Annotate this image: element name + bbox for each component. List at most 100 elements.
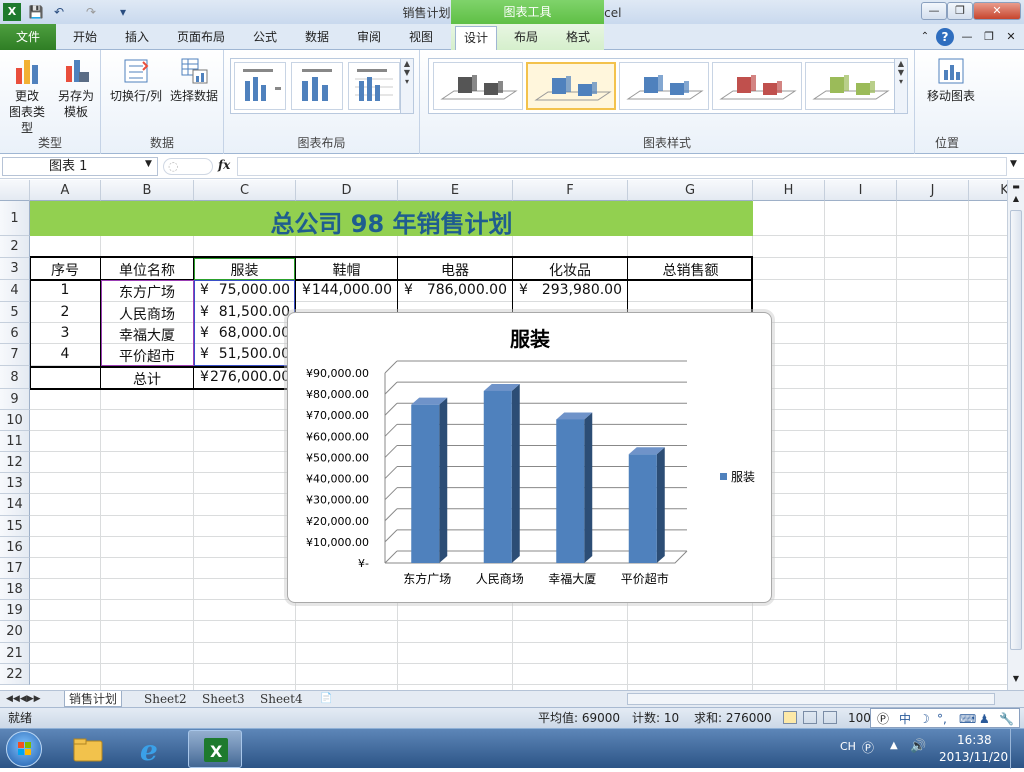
chart-style-3[interactable] xyxy=(619,62,709,110)
ime-punct-icon[interactable]: °, xyxy=(937,709,947,729)
header-seq[interactable]: 序号 xyxy=(30,260,100,280)
header-cosmetics[interactable]: 化妆品 xyxy=(513,260,627,280)
chart-style-5[interactable] xyxy=(805,62,895,110)
insert-sheet-icon[interactable]: 📄 xyxy=(316,691,336,707)
status-zoom[interactable]: 100 xyxy=(848,708,871,728)
cell-b8[interactable]: 总计 xyxy=(101,369,193,389)
row-header-14[interactable]: 14 xyxy=(0,494,30,516)
ie-taskbar-icon[interactable]: e xyxy=(130,733,170,767)
scroll-thumb[interactable] xyxy=(1010,210,1022,650)
tab-review[interactable]: 审阅 xyxy=(344,26,394,50)
row-header-9[interactable]: 9 xyxy=(0,389,30,410)
row-header-17[interactable]: 17 xyxy=(0,558,30,579)
maximize-button[interactable]: ❐ xyxy=(947,2,973,20)
row-header-7[interactable]: 7 xyxy=(0,344,30,366)
col-header-k[interactable]: K xyxy=(969,180,1007,201)
explorer-taskbar-icon[interactable] xyxy=(68,733,108,765)
cell-d4[interactable]: 144,000.00 xyxy=(310,282,392,298)
tab-view[interactable]: 视图 xyxy=(396,26,446,50)
volume-icon[interactable]: 🔊 xyxy=(910,739,926,754)
col-header-j[interactable]: J xyxy=(897,180,969,201)
row-header-13[interactable]: 13 xyxy=(0,473,30,494)
row-header-3[interactable]: 3 xyxy=(0,258,30,280)
show-desktop-button[interactable] xyxy=(1010,729,1024,769)
col-header-e[interactable]: E xyxy=(398,180,513,201)
ime-chinese-mode[interactable]: 中 xyxy=(899,709,911,729)
col-header-h[interactable]: H xyxy=(753,180,825,201)
row-header-8[interactable]: 8 xyxy=(0,366,30,389)
close-button[interactable]: ✕ xyxy=(973,2,1021,20)
change-chart-type-button[interactable]: 更改 图表类型 xyxy=(4,56,50,136)
tab-layout[interactable]: 布局 xyxy=(505,26,547,50)
chart-style-2[interactable] xyxy=(526,62,616,110)
insert-function-icon[interactable]: fx xyxy=(218,158,230,172)
header-shoes[interactable]: 鞋帽 xyxy=(296,260,397,280)
language-indicator[interactable]: CH xyxy=(840,740,856,753)
header-electrical[interactable]: 电器 xyxy=(398,260,512,280)
col-header-a[interactable]: A xyxy=(30,180,101,201)
sheet-title[interactable]: 总公司 98 年销售计划 xyxy=(30,204,753,239)
doc-minimize-icon[interactable]: — xyxy=(960,26,974,50)
collapse-ribbon-icon[interactable]: ⌃ xyxy=(918,26,932,50)
vertical-scrollbar[interactable]: ▬ ▲ ▼ xyxy=(1007,180,1024,690)
chart-style-4[interactable] xyxy=(712,62,802,110)
tab-data[interactable]: 数据 xyxy=(292,26,342,50)
split-box-icon[interactable]: ▬ xyxy=(1010,182,1022,192)
row-header-12[interactable]: 12 xyxy=(0,452,30,473)
sheet-tab-sales-plan[interactable]: 销售计划 xyxy=(64,691,123,707)
sheet-tab-sheet2[interactable]: Sheet2 xyxy=(140,691,191,707)
row-header-22[interactable]: 22 xyxy=(0,664,30,685)
styles-gallery-scroll[interactable]: ▲ ▼ ▾ xyxy=(894,59,907,113)
switch-row-column-button[interactable]: 切换行/列 xyxy=(107,56,165,104)
tray-expand-icon[interactable]: ▲ xyxy=(890,740,898,751)
row-header-2[interactable]: 2 xyxy=(0,236,30,258)
cell-a6[interactable]: 3 xyxy=(30,325,100,341)
formula-bar-handle[interactable]: ◌ xyxy=(163,158,213,175)
col-header-f[interactable]: F xyxy=(513,180,628,201)
ime-keyboard-icon[interactable]: ⌨ xyxy=(959,709,976,729)
row-header-6[interactable]: 6 xyxy=(0,323,30,344)
tab-design[interactable]: 设计 xyxy=(455,26,497,51)
layouts-gallery-scroll[interactable]: ▲ ▼ ▾ xyxy=(400,59,413,113)
tab-page-layout[interactable]: 页面布局 xyxy=(166,26,236,50)
minimize-button[interactable]: — xyxy=(921,2,947,20)
col-header-i[interactable]: I xyxy=(825,180,897,201)
clock-time[interactable]: 16:38 xyxy=(957,733,992,747)
clock-date[interactable]: 2013/11/20 xyxy=(939,750,1008,764)
col-header-d[interactable]: D xyxy=(296,180,398,201)
doc-close-icon[interactable]: ✕ xyxy=(1004,26,1018,50)
sheet-tab-sheet4[interactable]: Sheet4 xyxy=(256,691,307,707)
page-layout-view-icon[interactable] xyxy=(803,711,817,724)
tab-format[interactable]: 格式 xyxy=(557,26,599,50)
chart-object[interactable]: 服装 ¥- ¥10,000.00 ¥20,000.00 ¥30,000.00 ¥40,00… xyxy=(287,312,772,603)
layout-item-1[interactable] xyxy=(234,62,286,110)
row-header-16[interactable]: 16 xyxy=(0,537,30,558)
sheet-tab-sheet3[interactable]: Sheet3 xyxy=(198,691,249,707)
scroll-up-icon[interactable]: ▲ xyxy=(1010,194,1022,208)
row-header-18[interactable]: 18 xyxy=(0,579,30,600)
help-icon[interactable]: ? xyxy=(936,28,954,46)
move-chart-button[interactable]: 移动图表 xyxy=(919,56,983,104)
chart-style-1[interactable] xyxy=(433,62,523,110)
name-box-dropdown-icon[interactable]: ▼ xyxy=(145,159,152,169)
row-header-19[interactable]: 19 xyxy=(0,600,30,621)
header-total-sales[interactable]: 总销售额 xyxy=(628,260,753,280)
cell-e4[interactable]: 786,000.00 xyxy=(414,282,507,298)
expand-formula-bar-icon[interactable]: ▼ xyxy=(1010,159,1017,169)
row-header-10[interactable]: 10 xyxy=(0,410,30,431)
cell-f4[interactable]: 293,980.00 xyxy=(529,282,622,298)
name-box[interactable]: 图表 1 xyxy=(2,157,158,176)
select-all-corner[interactable] xyxy=(0,180,30,201)
row-header-4[interactable]: 4 xyxy=(0,280,30,302)
row-header-21[interactable]: 21 xyxy=(0,643,30,664)
doc-restore-icon[interactable]: ❐ xyxy=(982,26,996,50)
ime-tools-icon[interactable]: 🔧 xyxy=(999,709,1014,729)
tab-file[interactable]: 文件 xyxy=(0,24,56,50)
page-break-view-icon[interactable] xyxy=(823,711,837,724)
cell-a4[interactable]: 1 xyxy=(30,282,100,298)
scroll-down-icon[interactable]: ▼ xyxy=(1010,674,1022,688)
row-header-15[interactable]: 15 xyxy=(0,516,30,537)
col-header-c[interactable]: C xyxy=(194,180,296,201)
normal-view-icon[interactable] xyxy=(783,711,797,724)
save-as-template-button[interactable]: 另存为 模板 xyxy=(54,56,98,120)
